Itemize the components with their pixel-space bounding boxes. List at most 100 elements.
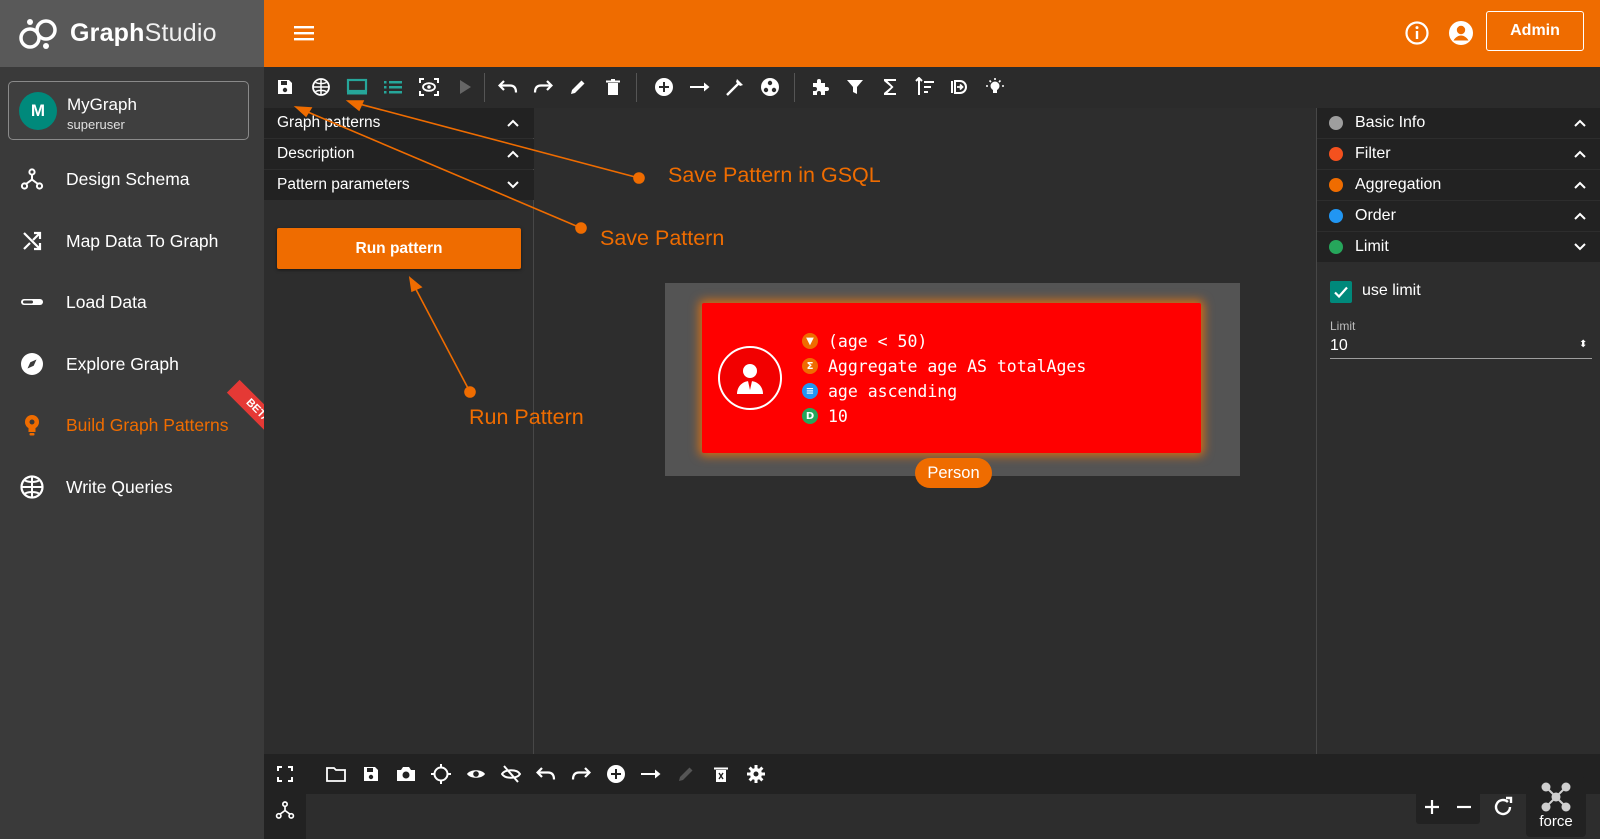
add-vertex-icon[interactable] xyxy=(653,76,675,98)
pattern-icon[interactable] xyxy=(759,76,781,98)
nav-load-data[interactable]: Load Data xyxy=(0,277,264,327)
camera-icon[interactable] xyxy=(394,762,418,786)
nav-label: Load Data xyxy=(66,291,147,312)
limit-input[interactable] xyxy=(1330,333,1592,359)
use-limit-checkbox[interactable] xyxy=(1330,281,1352,303)
section-label: Filter xyxy=(1355,145,1391,162)
settings-icon[interactable] xyxy=(744,762,768,786)
limit-condition: D 10 xyxy=(802,404,848,428)
eye-icon[interactable] xyxy=(464,762,488,786)
run-pattern-button[interactable]: Run pattern xyxy=(277,228,521,269)
admin-button[interactable]: Admin xyxy=(1486,11,1584,51)
vertex-type-label: Person xyxy=(915,458,992,488)
preview-icon[interactable] xyxy=(418,76,440,98)
vertex-node[interactable]: ▼ (age < 50) Σ Aggregate age AS totalAge… xyxy=(702,303,1201,453)
order-icon[interactable] xyxy=(914,76,936,98)
vertex-selection-frame[interactable]: ▼ (age < 50) Σ Aggregate age AS totalAge… xyxy=(665,283,1240,488)
delete-icon[interactable] xyxy=(709,762,733,786)
nav-write-queries[interactable]: Write Queries xyxy=(0,462,264,512)
graphstudio-logo-icon xyxy=(19,18,57,49)
force-label: force xyxy=(1539,813,1573,830)
person-icon xyxy=(718,346,782,410)
toolbar-divider xyxy=(484,73,485,102)
draw-edge-icon[interactable] xyxy=(724,76,746,98)
zoom-in-icon[interactable] xyxy=(1416,790,1448,824)
sigma-icon: Σ xyxy=(802,358,818,374)
condition-text: Aggregate age AS totalAges xyxy=(828,356,1087,376)
globe-icon xyxy=(17,472,47,502)
nav-label: Map Data To Graph xyxy=(66,230,219,251)
section-limit[interactable]: Limit xyxy=(1317,232,1600,262)
sort-icon: ≡ xyxy=(802,383,818,399)
play-icon[interactable] xyxy=(454,76,476,98)
info-icon[interactable] xyxy=(1404,20,1430,51)
lightbulb-icon[interactable] xyxy=(984,76,1006,98)
graph-role: superuser xyxy=(67,117,125,132)
bulb-icon xyxy=(17,410,47,440)
undo-icon[interactable] xyxy=(497,76,519,98)
save-gsql-icon[interactable] xyxy=(310,76,332,98)
nav-design-schema[interactable]: Design Schema xyxy=(0,154,264,204)
annotation-save-pattern: Save Pattern xyxy=(600,226,725,250)
chevron-down-icon xyxy=(507,181,519,189)
section-label: Order xyxy=(1355,207,1396,224)
compass-icon xyxy=(17,349,47,379)
edit-icon[interactable] xyxy=(674,762,698,786)
pattern-canvas[interactable]: ▼ (age < 50) Σ Aggregate age AS totalAge… xyxy=(535,108,1316,754)
save-icon[interactable] xyxy=(274,76,296,98)
section-aggregation[interactable]: Aggregation xyxy=(1317,170,1600,200)
menu-icon[interactable] xyxy=(290,19,318,47)
save-icon[interactable] xyxy=(359,762,383,786)
chevron-up-icon xyxy=(1574,181,1586,189)
right-panel: Basic Info Filter Aggregation Order Limi… xyxy=(1316,108,1600,754)
fullscreen-icon[interactable] xyxy=(273,762,297,786)
zoom-out-icon[interactable] xyxy=(1448,790,1480,824)
extension-icon[interactable] xyxy=(809,76,831,98)
app-logo[interactable]: GraphStudio xyxy=(0,0,264,67)
section-order[interactable]: Order xyxy=(1317,201,1600,231)
edit-icon[interactable] xyxy=(567,76,589,98)
delete-icon[interactable] xyxy=(602,76,624,98)
nav-label: Build Graph Patterns xyxy=(66,414,229,435)
graph-selector[interactable]: M MyGraph superuser xyxy=(8,81,249,140)
locate-icon[interactable] xyxy=(429,762,453,786)
add-icon[interactable] xyxy=(604,762,628,786)
section-pattern-parameters[interactable]: Pattern parameters xyxy=(264,170,534,200)
section-graph-patterns[interactable]: Graph patterns xyxy=(264,108,534,138)
chevron-down-icon xyxy=(1574,243,1586,251)
schema-icon[interactable] xyxy=(273,798,297,822)
graph-view-area[interactable] xyxy=(264,794,1600,839)
annotation-run-pattern: Run Pattern xyxy=(469,405,584,429)
section-label: Aggregation xyxy=(1355,176,1442,193)
check-icon xyxy=(1334,286,1348,299)
eye-off-icon[interactable] xyxy=(499,762,523,786)
folder-icon[interactable] xyxy=(324,762,348,786)
section-description[interactable]: Description xyxy=(264,139,534,169)
redo-icon[interactable] xyxy=(569,762,593,786)
section-basic-info[interactable]: Basic Info xyxy=(1317,108,1600,138)
undo-icon[interactable] xyxy=(534,762,558,786)
limit-icon: D xyxy=(802,408,818,424)
condition-text: age ascending xyxy=(828,381,958,401)
list-view-icon[interactable] xyxy=(382,76,404,98)
nav-map-data[interactable]: Map Data To Graph xyxy=(0,216,264,266)
refresh-icon[interactable] xyxy=(1488,792,1518,822)
display-panel-icon[interactable] xyxy=(346,76,368,98)
nav-build-graph-patterns[interactable]: Build Graph Patterns xyxy=(0,400,264,450)
nav-explore-graph[interactable]: Explore Graph xyxy=(0,339,264,389)
account-icon[interactable] xyxy=(1448,20,1474,51)
status-dot xyxy=(1329,209,1343,223)
aggregation-icon[interactable] xyxy=(879,76,901,98)
view-side-toolbar xyxy=(264,754,306,839)
status-dot xyxy=(1329,147,1343,161)
filter-icon[interactable] xyxy=(844,76,866,98)
section-filter[interactable]: Filter xyxy=(1317,139,1600,169)
stepper-icon[interactable]: ⬍ xyxy=(1579,339,1587,350)
arrow-right-icon[interactable] xyxy=(639,762,663,786)
limit-icon[interactable] xyxy=(949,76,971,98)
force-layout-button[interactable]: force xyxy=(1526,777,1586,837)
redo-icon[interactable] xyxy=(532,76,554,98)
add-edge-icon[interactable] xyxy=(689,76,711,98)
nav-label: Explore Graph xyxy=(66,353,179,374)
toolbar-divider xyxy=(794,73,795,102)
